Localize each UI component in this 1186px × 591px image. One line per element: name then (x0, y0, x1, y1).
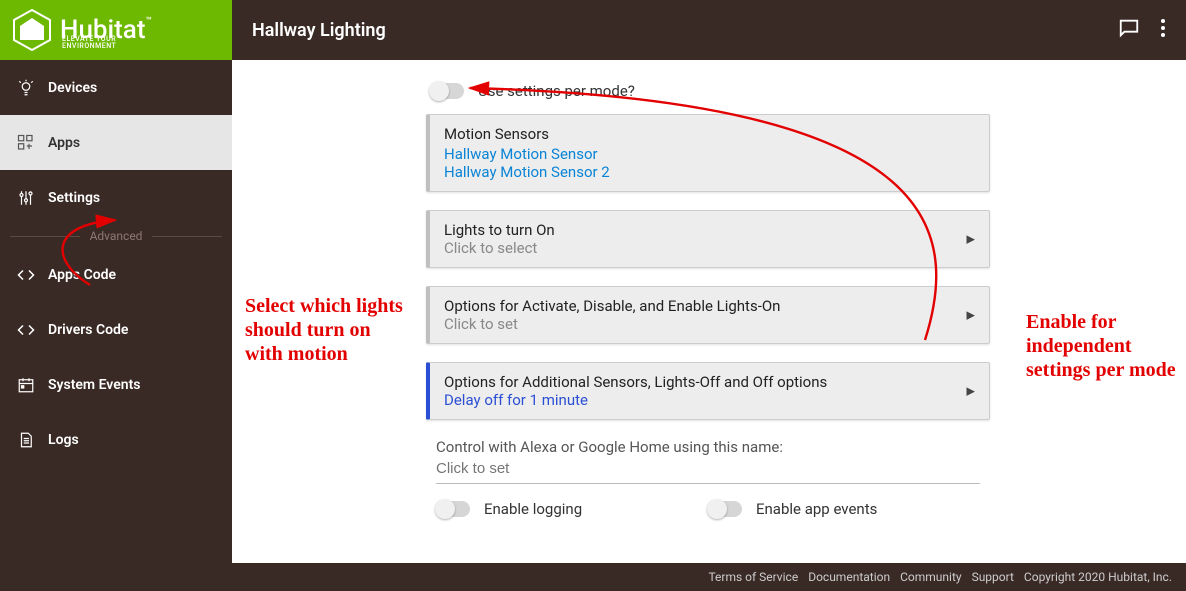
sidebar-item-label: Devices (48, 80, 97, 96)
code-icon (14, 266, 38, 284)
per-mode-toggle[interactable] (430, 83, 464, 99)
sidebar-item-apps[interactable]: Apps (0, 115, 232, 170)
footer: Terms of Service Documentation Community… (0, 563, 1186, 591)
per-mode-toggle-row: Use settings per mode? (412, 78, 1004, 114)
footer-link[interactable]: Documentation (808, 570, 890, 584)
sidebar-item-drivers-code[interactable]: Drivers Code (0, 302, 232, 357)
enable-logging-toggle[interactable] (436, 501, 470, 517)
sensor-item: Hallway Motion Sensor (444, 145, 975, 163)
sidebar-item-apps-code[interactable]: Apps Code (0, 247, 232, 302)
chat-icon[interactable] (1118, 17, 1140, 43)
sidebar-divider: Advanced (0, 225, 232, 247)
enable-logging-row: Enable logging (436, 500, 708, 518)
sidebar-item-settings[interactable]: Settings (0, 170, 232, 225)
lights-to-turn-on-card[interactable]: Lights to turn On Click to select ▶ (426, 210, 990, 268)
sidebar: Devices Apps Settings Advanced Apps Code… (0, 60, 232, 563)
footer-link[interactable]: Terms of Service (708, 570, 798, 584)
page-title: Hallway Lighting (252, 20, 386, 41)
sidebar-item-label: Apps Code (48, 267, 116, 283)
brand-hex-icon (10, 8, 54, 52)
enable-events-row: Enable app events (708, 500, 980, 518)
enable-events-label: Enable app events (756, 500, 877, 518)
additional-options-card[interactable]: Options for Additional Sensors, Lights-O… (426, 362, 990, 420)
sidebar-item-label: Apps (48, 135, 80, 151)
main-area: Use settings per mode? Motion Sensors Ha… (232, 60, 1186, 563)
enable-logging-label: Enable logging (484, 500, 582, 518)
footer-link[interactable]: Community (900, 570, 961, 584)
footer-link[interactable]: Support (972, 570, 1014, 584)
code-icon (14, 321, 38, 339)
chevron-right-icon: ▶ (967, 385, 975, 398)
card-subtext: Click to set (444, 315, 975, 333)
enable-events-toggle[interactable] (708, 501, 742, 517)
footer-copyright: Copyright 2020 Hubitat, Inc. (1024, 570, 1172, 584)
sidebar-item-label: Settings (48, 190, 100, 206)
apps-icon (14, 134, 38, 152)
card-title: Lights to turn On (444, 221, 975, 239)
sensor-item: Hallway Motion Sensor 2 (444, 163, 975, 181)
chevron-right-icon: ▶ (967, 233, 975, 246)
brand-name: Hubitat™ ELEVATE YOUR ENVIRONMENT (60, 17, 152, 43)
brand-tagline: ELEVATE YOUR ENVIRONMENT (62, 36, 152, 50)
field-label: Control with Alexa or Google Home using … (436, 438, 980, 456)
card-subtext: Click to select (444, 239, 975, 257)
sliders-icon (14, 189, 38, 207)
content-panel: Use settings per mode? Motion Sensors Ha… (412, 60, 1004, 563)
menu-dots-icon[interactable] (1160, 18, 1166, 42)
bulb-icon (14, 79, 38, 97)
card-title: Options for Additional Sensors, Lights-O… (444, 373, 975, 391)
app-header: Hubitat™ ELEVATE YOUR ENVIRONMENT Hallwa… (0, 0, 1186, 60)
sidebar-item-system-events[interactable]: System Events (0, 357, 232, 412)
brand-logo: Hubitat™ ELEVATE YOUR ENVIRONMENT (0, 0, 232, 60)
sidebar-item-logs[interactable]: Logs (0, 412, 232, 467)
chevron-right-icon: ▶ (967, 309, 975, 322)
voice-name-field: Control with Alexa or Google Home using … (412, 438, 1004, 492)
calendar-icon (14, 376, 38, 394)
card-value: Delay off for 1 minute (444, 391, 975, 409)
voice-name-input[interactable] (436, 458, 980, 484)
sidebar-item-label: Logs (48, 432, 79, 448)
sidebar-item-devices[interactable]: Devices (0, 60, 232, 115)
sidebar-item-label: Drivers Code (48, 322, 128, 338)
sidebar-item-label: System Events (48, 377, 140, 393)
options-activate-card[interactable]: Options for Activate, Disable, and Enabl… (426, 286, 990, 344)
card-title: Motion Sensors (444, 125, 975, 143)
doc-icon (14, 431, 38, 449)
per-mode-label: Use settings per mode? (478, 82, 635, 100)
motion-sensors-card[interactable]: Motion Sensors Hallway Motion Sensor Hal… (426, 114, 990, 192)
card-title: Options for Activate, Disable, and Enabl… (444, 297, 975, 315)
